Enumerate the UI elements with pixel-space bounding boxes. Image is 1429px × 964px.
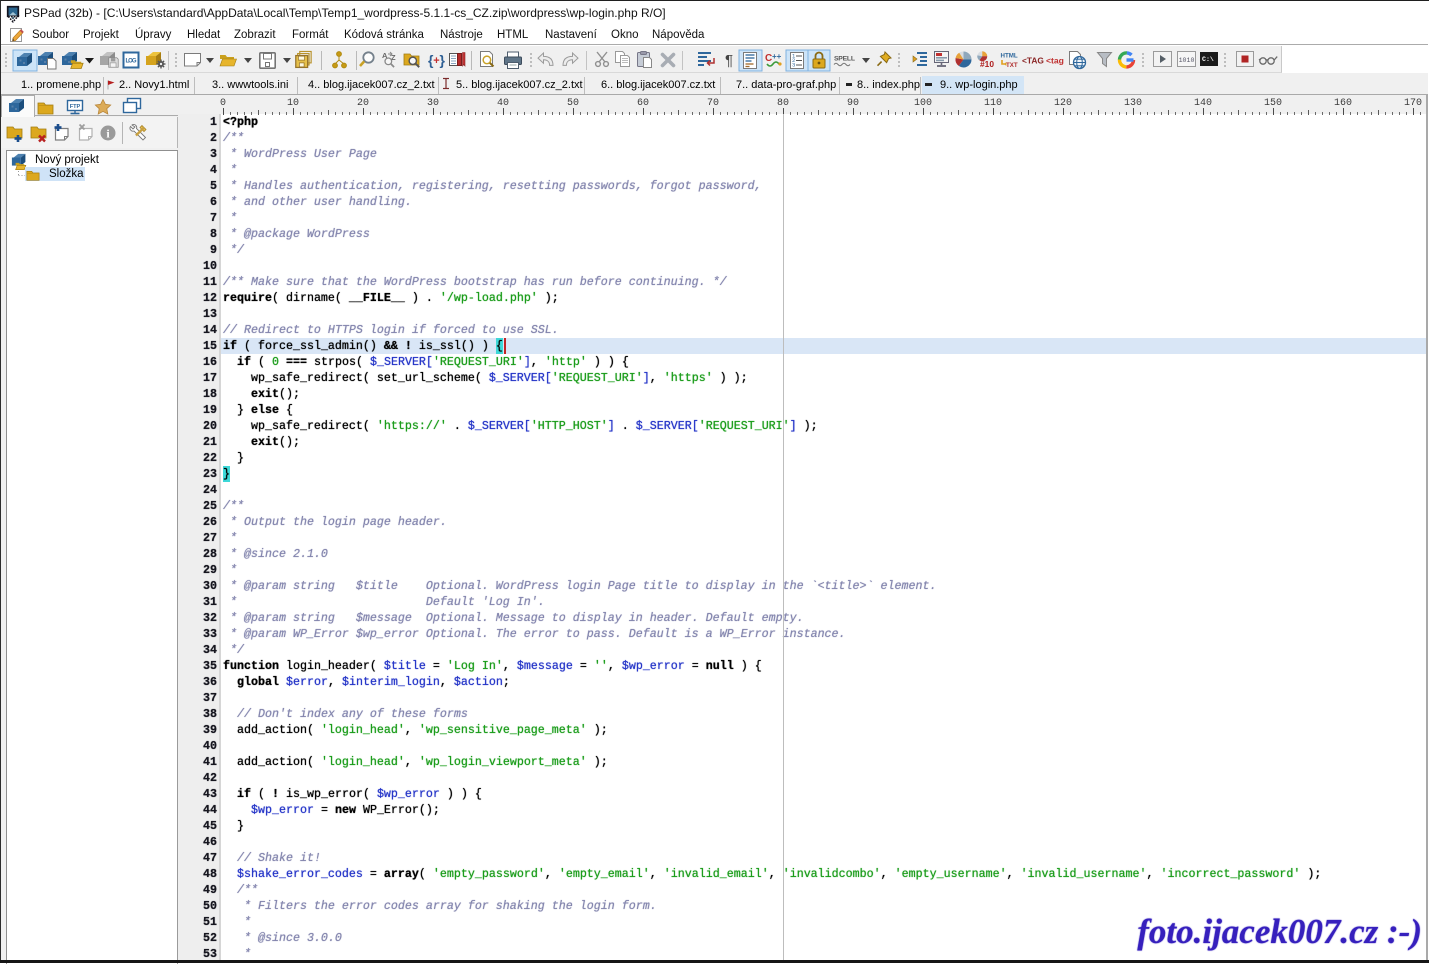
svg-text:<tag: <tag — [1046, 56, 1064, 66]
svg-text:++: ++ — [772, 52, 782, 61]
svg-text:}: } — [440, 52, 446, 68]
svg-text:SPELL: SPELL — [834, 56, 855, 63]
svg-text:TXT: TXT — [1006, 62, 1018, 69]
svg-text:LOG: LOG — [126, 59, 137, 65]
svg-text:1010: 1010 — [1179, 57, 1195, 64]
svg-text:FTP: FTP — [70, 104, 81, 110]
svg-text:#10: #10 — [980, 59, 994, 69]
svg-text:¶: ¶ — [725, 52, 733, 69]
svg-text:HTML: HTML — [1001, 53, 1018, 60]
svg-text:3: 3 — [792, 62, 795, 69]
svg-text:<TAG: <TAG — [1022, 56, 1044, 66]
svg-text:C:\: C:\ — [1202, 56, 1214, 63]
